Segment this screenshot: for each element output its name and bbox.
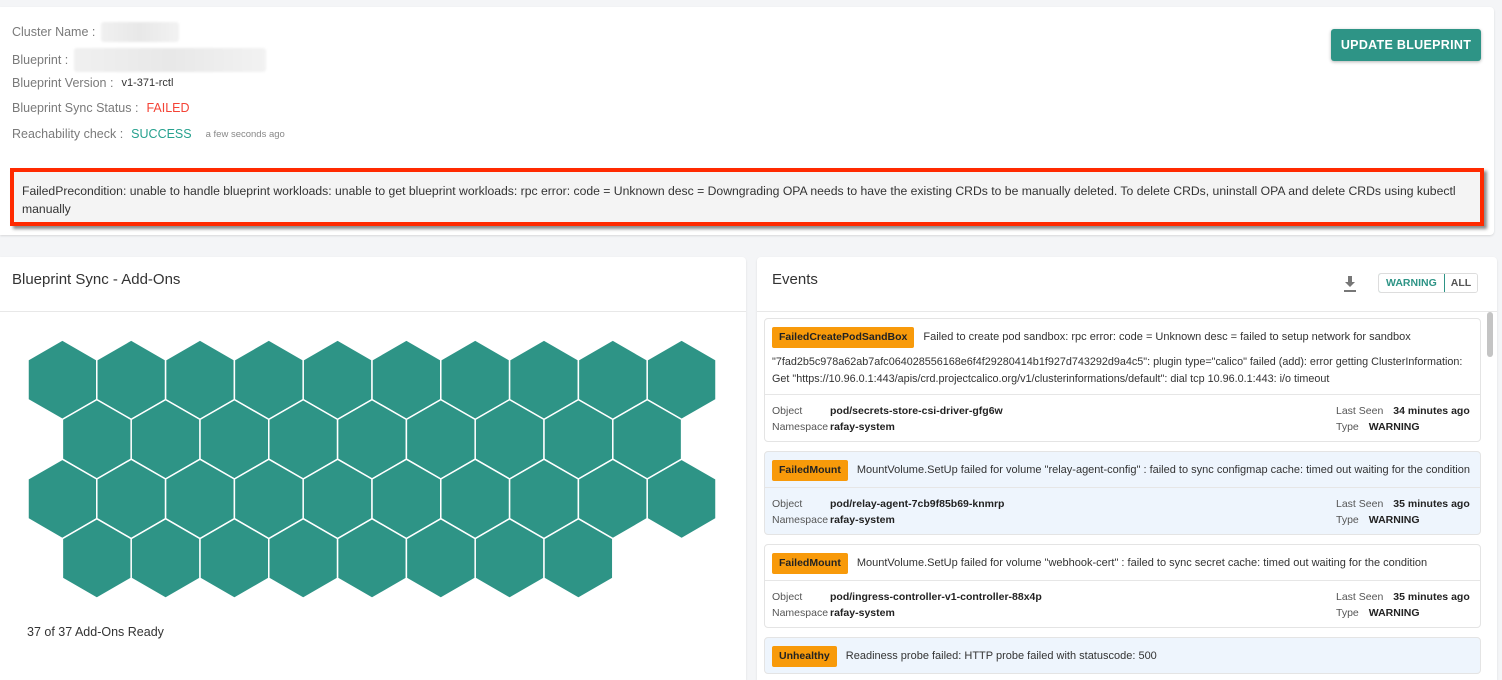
event-filter-toggle: WARNING ALL (1378, 273, 1479, 293)
reachability-row: Reachability check : SUCCESS a few secon… (12, 127, 285, 141)
cluster-info-card: Cluster Name : Blueprint : Blueprint Ver… (0, 7, 1494, 235)
event-item: Unhealthy Readiness probe failed: HTTP p… (764, 637, 1481, 674)
event-message: MountVolume.SetUp failed for volume "web… (856, 557, 1428, 569)
object-label: Object (772, 591, 803, 603)
type-label: Type (1336, 514, 1359, 526)
event-last-seen: 35 minutes ago (1393, 498, 1470, 510)
event-object: pod/relay-agent-7cb9f85b69-knmrp (830, 498, 1005, 510)
blueprint-value-redacted (74, 48, 267, 72)
reachability-value: SUCCESS (131, 127, 192, 141)
cluster-name-row: Cluster Name : (12, 22, 180, 42)
reachability-label: Reachability check : (12, 127, 124, 141)
object-label: Object (772, 405, 803, 417)
event-namespace: rafay-system (830, 514, 895, 526)
events-scrollbar-thumb[interactable] (1487, 312, 1493, 357)
blueprint-version-value: v1-371-rctl (121, 77, 174, 89)
event-reason-badge: Unhealthy (772, 646, 837, 667)
namespace-label: Namespace (772, 421, 829, 433)
event-message: Readiness probe failed: HTTP probe faile… (845, 650, 1157, 662)
event-item: FailedMount MountVolume.SetUp failed for… (764, 544, 1481, 628)
sync-status-label: Blueprint Sync Status : (12, 101, 139, 115)
event-item: FailedCreatePodSandBox Failed to create … (764, 318, 1481, 442)
last-seen-label: Last Seen (1336, 591, 1384, 603)
error-message-text: FailedPrecondition: unable to handle blu… (22, 184, 1456, 216)
event-item: FailedMount MountVolume.SetUp failed for… (764, 451, 1481, 535)
event-object: pod/secrets-store-csi-driver-gfg6w (830, 405, 1003, 417)
event-message: Failed to create pod sandbox: rpc error:… (923, 331, 1411, 343)
blueprint-version-label: Blueprint Version : (12, 76, 114, 90)
event-message-detail: "7fad2b5c978a62ab7afc064028556168e6f4f29… (772, 356, 1463, 385)
blueprint-version-row: Blueprint Version : v1-371-rctl (12, 76, 173, 90)
addons-hex-grid (27, 339, 717, 600)
blueprint-label: Blueprint : (12, 53, 69, 67)
event-message: MountVolume.SetUp failed for volume "rel… (856, 464, 1470, 476)
last-seen-label: Last Seen (1336, 498, 1384, 510)
update-blueprint-button[interactable]: UPDATE BLUEPRINT (1331, 29, 1481, 61)
event-reason-badge: FailedMount (772, 460, 848, 481)
blueprint-row: Blueprint : (12, 48, 267, 72)
events-divider (757, 311, 1497, 312)
event-type: WARNING (1368, 607, 1420, 619)
event-object: pod/ingress-controller-v1-controller-88x… (830, 591, 1042, 603)
event-reason-badge: FailedCreatePodSandBox (772, 327, 915, 348)
events-title: Events (772, 271, 818, 288)
filter-all-button[interactable]: ALL (1444, 274, 1478, 292)
reachability-time: a few seconds ago (205, 128, 285, 140)
event-type: WARNING (1368, 514, 1420, 526)
type-label: Type (1336, 421, 1359, 433)
addons-ready-summary: 37 of 37 Add-Ons Ready (27, 625, 164, 639)
event-namespace: rafay-system (830, 607, 895, 619)
event-namespace: rafay-system (830, 421, 895, 433)
namespace-label: Namespace (772, 607, 829, 619)
event-type: WARNING (1368, 421, 1420, 433)
event-last-seen: 35 minutes ago (1393, 591, 1470, 603)
events-panel: Events WARNING ALL FailedCreatePodSandBo… (757, 257, 1497, 680)
event-last-seen: 34 minutes ago (1393, 405, 1470, 417)
filter-warning-button[interactable]: WARNING (1379, 274, 1445, 292)
cluster-name-label: Cluster Name : (12, 25, 96, 39)
addons-panel: Blueprint Sync - Add-Ons 37 of 37 Add-On… (0, 257, 746, 680)
object-label: Object (772, 498, 803, 510)
namespace-label: Namespace (772, 514, 829, 526)
sync-status-row: Blueprint Sync Status : FAILED (12, 101, 190, 115)
cluster-name-value-redacted (101, 22, 180, 42)
events-list: FailedCreatePodSandBox Failed to create … (764, 318, 1481, 680)
type-label: Type (1336, 607, 1359, 619)
sync-status-value: FAILED (146, 101, 190, 115)
event-reason-badge: FailedMount (772, 553, 848, 574)
last-seen-label: Last Seen (1336, 405, 1384, 417)
error-message-box: FailedPrecondition: unable to handle blu… (10, 168, 1484, 226)
events-scrollbar[interactable] (1486, 312, 1494, 680)
download-icon[interactable] (1342, 275, 1358, 293)
